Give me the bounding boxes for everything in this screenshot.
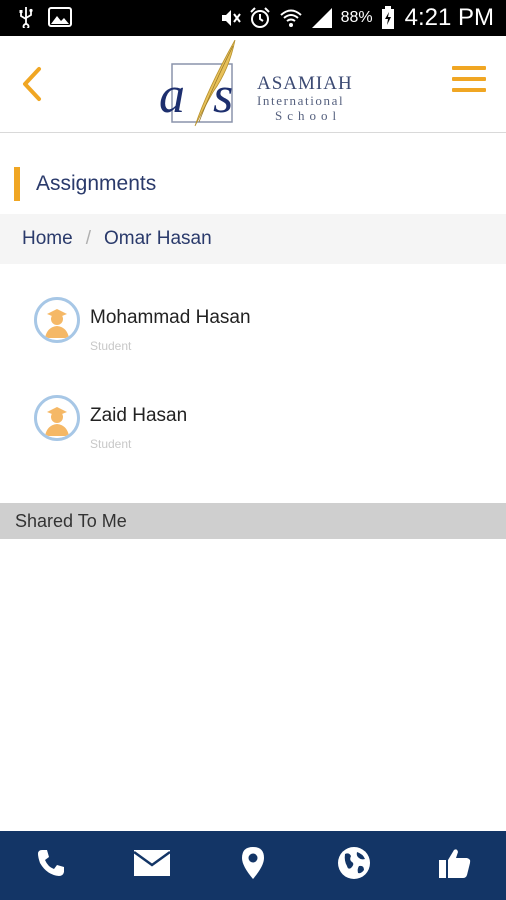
location-button[interactable] — [223, 836, 283, 896]
email-button[interactable] — [122, 836, 182, 896]
page-title-row: Assignments — [0, 160, 506, 210]
globe-icon — [337, 846, 371, 885]
like-button[interactable] — [425, 836, 485, 896]
title-accent-bar — [14, 167, 20, 201]
battery-icon — [381, 6, 395, 30]
website-button[interactable] — [324, 836, 384, 896]
signal-icon — [311, 7, 333, 29]
breadcrumb-current: Omar Hasan — [103, 228, 212, 249]
school-logo: a s ASAMIAH International School — [155, 40, 355, 128]
menu-button[interactable] — [452, 66, 486, 100]
student-list-item[interactable]: Mohammad Hasan Student — [34, 297, 474, 367]
wifi-icon — [279, 7, 303, 29]
phone-icon — [35, 847, 67, 884]
clock: 4:21 PM — [404, 4, 494, 31]
student-list-item[interactable]: Zaid Hasan Student — [34, 395, 474, 465]
app-header: a s ASAMIAH International School — [0, 36, 506, 133]
status-bar: 88% 4:21 PM — [0, 0, 506, 36]
breadcrumb: Home / Omar Hasan — [0, 214, 506, 264]
battery-percent: 88% — [340, 9, 373, 26]
bottom-nav — [0, 831, 506, 900]
svg-text:a: a — [159, 67, 185, 124]
student-name: Mohammad Hasan — [90, 307, 251, 328]
thumbs-up-icon — [438, 846, 472, 885]
logo-subtitle-school: School — [275, 108, 342, 123]
student-avatar-icon — [34, 395, 80, 441]
mute-icon — [219, 7, 241, 29]
shared-to-me-label: Shared To Me — [15, 510, 127, 531]
student-name: Zaid Hasan — [90, 405, 188, 426]
alarm-icon — [249, 7, 271, 29]
mail-icon — [133, 848, 171, 883]
chevron-left-icon — [20, 66, 44, 107]
location-icon — [241, 846, 265, 885]
image-icon — [48, 7, 72, 27]
logo-subtitle: International — [257, 93, 345, 108]
page-title: Assignments — [36, 172, 157, 195]
shared-to-me-header[interactable]: Shared To Me — [0, 503, 506, 539]
student-role: Student — [90, 339, 132, 353]
call-button[interactable] — [21, 836, 81, 896]
student-avatar-icon — [34, 297, 80, 343]
student-role: Student — [90, 437, 132, 451]
back-button[interactable] — [14, 66, 50, 106]
logo-name: ASAMIAH — [257, 73, 353, 94]
breadcrumb-home-link[interactable]: Home — [22, 228, 73, 250]
breadcrumb-separator: / — [85, 228, 91, 249]
usb-icon — [18, 6, 34, 28]
hamburger-menu-icon — [452, 66, 486, 92]
